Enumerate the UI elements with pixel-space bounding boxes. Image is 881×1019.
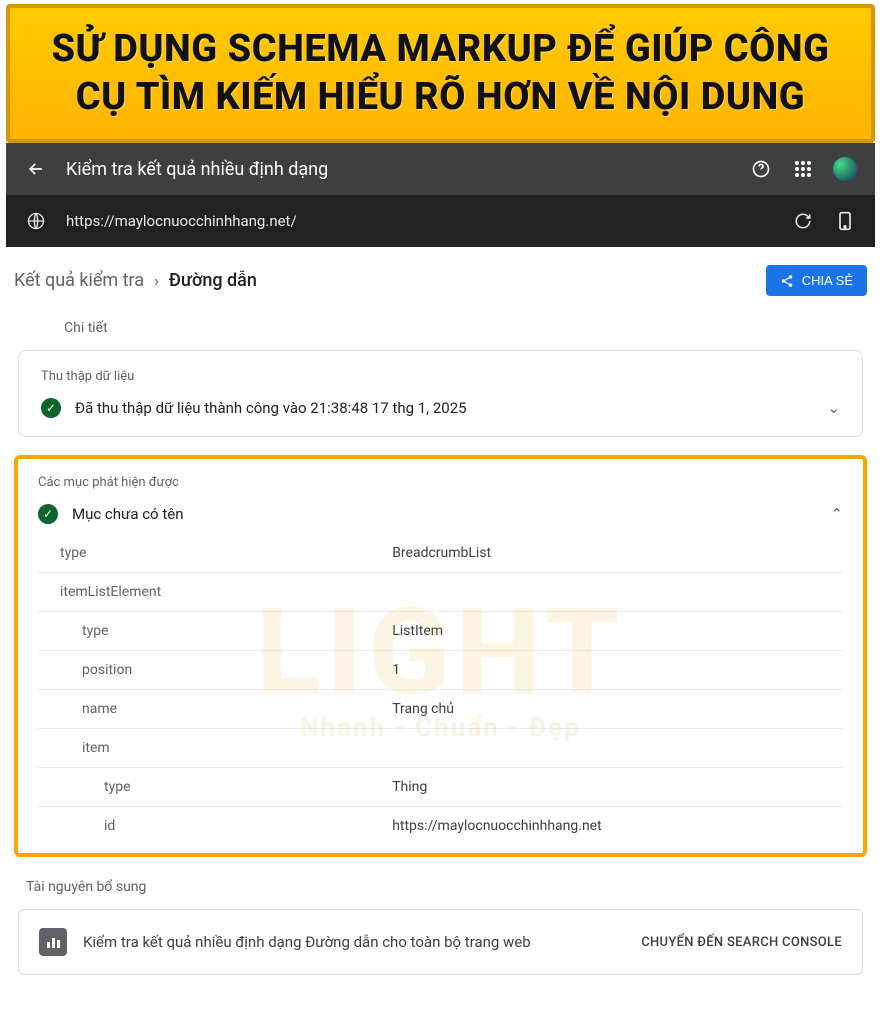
appbar: Kiểm tra kết quả nhiều định dạng	[6, 143, 875, 195]
url-bar: https://maylocnuocchinhhang.net/	[6, 195, 875, 247]
back-icon[interactable]	[24, 157, 48, 181]
table-row: type BreadcrumbList	[38, 534, 843, 572]
tested-url: https://maylocnuocchinhhang.net/	[66, 212, 773, 230]
share-button[interactable]: CHIA SẺ	[766, 265, 867, 296]
details-label: Chi tiết	[8, 310, 873, 350]
chevron-down-icon: ⌄	[827, 399, 840, 417]
unnamed-item-label: Mục chưa có tên	[72, 505, 183, 523]
avatar[interactable]	[833, 157, 857, 181]
table-row: type Thing	[38, 767, 843, 806]
breadcrumb-root[interactable]: Kết quả kiểm tra	[14, 270, 144, 291]
appbar-title: Kiểm tra kết quả nhiều định dạng	[66, 159, 731, 180]
smartphone-icon[interactable]	[833, 209, 857, 233]
crawl-section-label: Thu thập dữ liệu	[41, 369, 840, 384]
chevron-up-icon: ⌃	[830, 505, 843, 523]
table-row: position 1	[38, 650, 843, 689]
unnamed-item-row[interactable]: ✓ Mục chưa có tên ⌃	[38, 504, 843, 524]
crawl-card: Thu thập dữ liệu ✓ Đã thu thập dữ liệu t…	[18, 350, 863, 437]
table-row: type ListItem	[38, 611, 843, 650]
schema-table: type BreadcrumbList itemListElement type…	[38, 534, 843, 845]
table-row: item	[38, 728, 843, 767]
top-banner: SỬ DỤNG SCHEMA MARKUP ĐỂ GIÚP CÔNG CỤ TÌ…	[6, 4, 875, 143]
table-row: itemListElement	[38, 572, 843, 611]
detected-section-label: Các mục phát hiện được	[38, 475, 843, 490]
breadcrumb-row: Kết quả kiểm tra › Đường dẫn CHIA SẺ	[0, 247, 881, 310]
table-row: id https://maylocnuocchinhhang.net	[38, 806, 843, 845]
crawl-status-text: Đã thu thập dữ liệu thành công vào 21:38…	[75, 399, 467, 417]
bar-chart-icon	[39, 928, 67, 956]
content-area: LIGHT Nhanh - Chuẩn - Đẹp Chi tiết Thu t…	[0, 310, 881, 1015]
chevron-right-icon: ›	[154, 271, 159, 290]
detected-items-card: Các mục phát hiện được ✓ Mục chưa có tên…	[14, 455, 867, 857]
sc-card-cta: CHUYỂN ĐẾN SEARCH CONSOLE	[641, 935, 842, 950]
table-row: name Trang chủ	[38, 689, 843, 728]
resources-section-label: Tài nguyên bổ sung	[8, 875, 873, 909]
globe-icon	[24, 209, 48, 233]
breadcrumb-current: Đường dẫn	[169, 270, 257, 291]
share-label: CHIA SẺ	[802, 273, 853, 288]
sc-card-text: Kiểm tra kết quả nhiều định dạng Đường d…	[83, 933, 625, 951]
apps-icon[interactable]	[791, 157, 815, 181]
refresh-icon[interactable]	[791, 209, 815, 233]
check-icon: ✓	[41, 398, 61, 418]
search-console-card[interactable]: Kiểm tra kết quả nhiều định dạng Đường d…	[18, 909, 863, 975]
help-icon[interactable]	[749, 157, 773, 181]
check-icon: ✓	[38, 504, 58, 524]
crawl-status-row[interactable]: ✓ Đã thu thập dữ liệu thành công vào 21:…	[41, 398, 840, 418]
banner-headline: SỬ DỤNG SCHEMA MARKUP ĐỂ GIÚP CÔNG CỤ TÌ…	[22, 26, 859, 121]
